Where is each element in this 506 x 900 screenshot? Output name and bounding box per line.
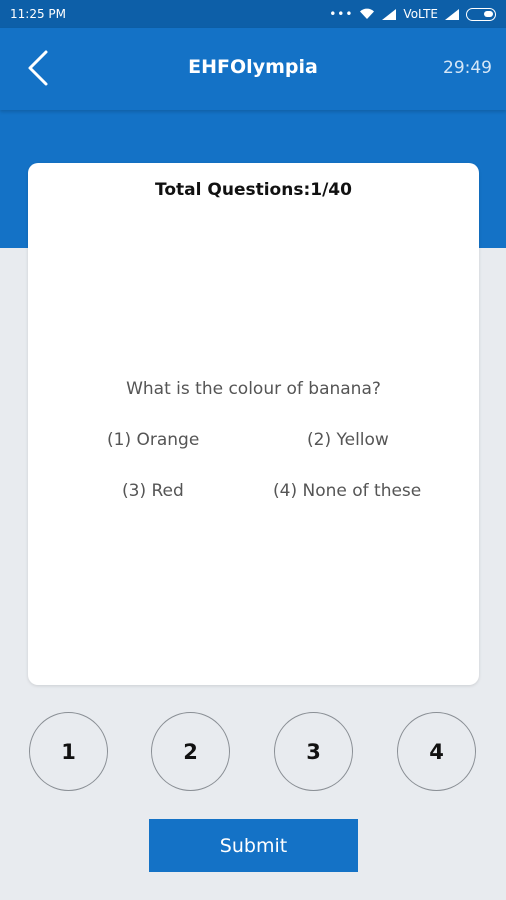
option-1[interactable]: (1) Orange bbox=[107, 430, 199, 450]
submit-button[interactable]: Submit bbox=[149, 819, 358, 872]
status-icons: ••• VoLTE bbox=[329, 7, 496, 21]
network-label: VoLTE bbox=[403, 7, 438, 21]
answer-button-2[interactable]: 2 bbox=[151, 712, 230, 791]
signal-icon bbox=[382, 9, 397, 20]
wifi-icon bbox=[360, 8, 375, 19]
status-bar: 11:25 PM ••• VoLTE bbox=[0, 0, 506, 28]
question-text: What is the colour of banana? bbox=[126, 379, 381, 399]
more-dots-icon: ••• bbox=[329, 7, 354, 21]
option-3[interactable]: (3) Red bbox=[122, 481, 184, 501]
countdown-timer: 29:49 bbox=[443, 58, 492, 78]
option-2[interactable]: (2) Yellow bbox=[307, 430, 389, 450]
status-time: 11:25 PM bbox=[10, 7, 66, 21]
signal-icon-2 bbox=[445, 9, 459, 20]
battery-icon bbox=[466, 7, 496, 21]
app-bar: EHFOlympia 29:49 bbox=[0, 28, 506, 110]
answer-button-4[interactable]: 4 bbox=[397, 712, 476, 791]
total-questions-label: Total Questions:1/40 bbox=[155, 180, 352, 200]
option-4[interactable]: (4) None of these bbox=[273, 481, 421, 501]
answer-button-1[interactable]: 1 bbox=[29, 712, 108, 791]
question-card: Total Questions:1/40 What is the colour … bbox=[28, 163, 479, 685]
answer-button-3[interactable]: 3 bbox=[274, 712, 353, 791]
app-title: EHFOlympia bbox=[188, 56, 318, 78]
